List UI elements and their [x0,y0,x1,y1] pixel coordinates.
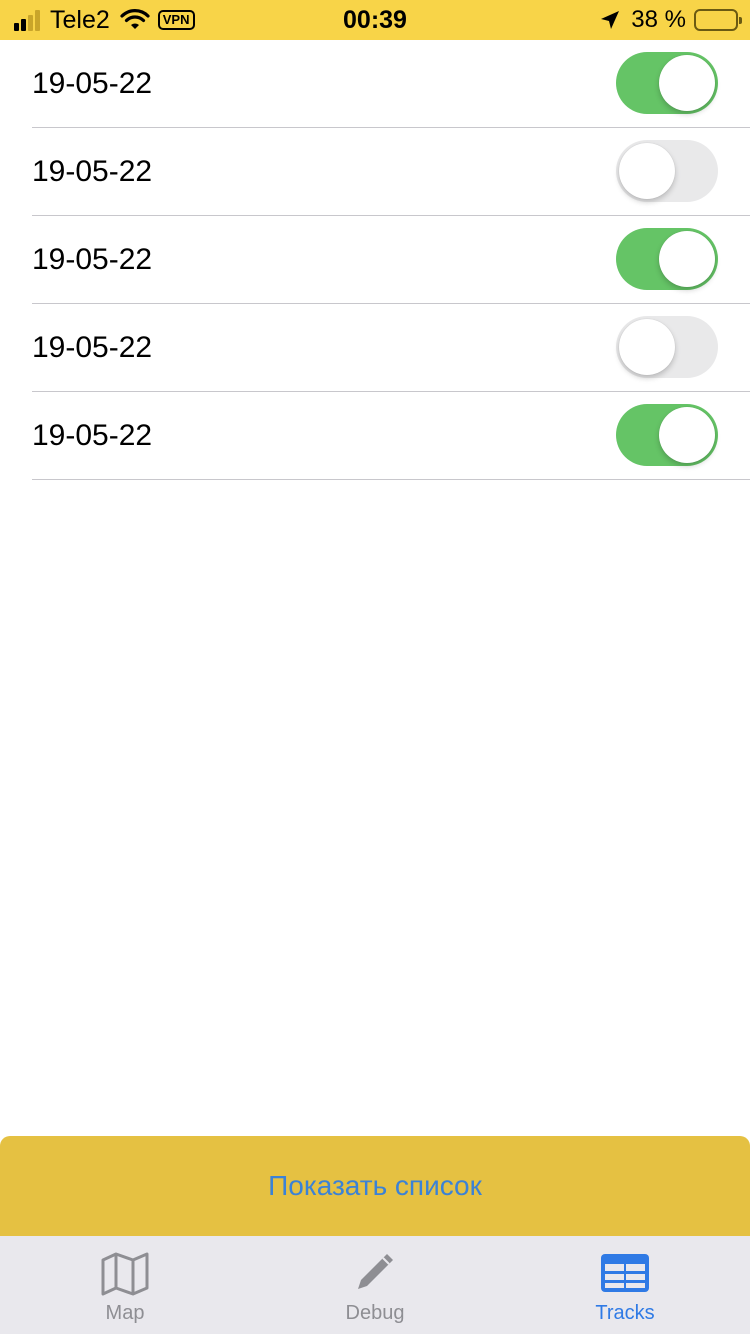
carrier-name: Tele2 [50,5,110,34]
status-bar: Tele2 VPN 00:39 38 % [0,0,750,40]
tab-debug-label: Debug [345,1302,405,1324]
track-list: 19-05-22 19-05-22 19-05-22 19-05-22 19-05-22 [0,40,750,480]
screen: Tele2 VPN 00:39 38 % 19-05-22 19-05-22 19-… [0,0,750,1334]
track-date-label: 19-05-22 [32,155,153,188]
track-date-label: 19-05-22 [32,243,153,276]
tab-tracks-label: Tracks [595,1302,655,1324]
track-date-label: 19-05-22 [32,331,153,364]
track-date-label: 19-05-22 [32,67,153,100]
location-arrow-icon [601,11,620,29]
toggle-knob [619,319,675,375]
table-icon [601,1254,649,1292]
tab-map-label: Map [105,1302,145,1324]
track-date-label: 19-05-22 [32,419,153,452]
battery-tip [739,17,742,24]
track-visibility-toggle[interactable] [616,52,718,114]
toggle-knob [619,143,675,199]
battery-fill [698,13,712,27]
battery-percent: 38 % [631,6,686,33]
track-row[interactable]: 19-05-22 [32,40,750,128]
track-row[interactable]: 19-05-22 [32,128,750,216]
battery-icon [694,9,742,31]
wifi-icon [120,9,150,29]
track-visibility-toggle[interactable] [616,404,718,466]
toggle-knob [659,55,715,111]
track-visibility-toggle[interactable] [616,228,718,290]
map-icon [101,1252,149,1296]
pencil-icon [358,1254,393,1289]
tab-debug[interactable]: Debug [250,1236,500,1334]
status-bar-left: Tele2 VPN [14,0,195,40]
tab-tracks[interactable]: Tracks [500,1236,750,1334]
track-row[interactable]: 19-05-22 [32,392,750,480]
track-row[interactable]: 19-05-22 [32,216,750,304]
track-visibility-toggle[interactable] [616,140,718,202]
tab-map[interactable]: Map [0,1236,250,1334]
vpn-badge: VPN [157,10,195,30]
tab-bar: Map Debug Tracks [0,1236,750,1334]
show-list-button[interactable]: Показать список [0,1136,750,1236]
track-row[interactable]: 19-05-22 [32,304,750,392]
track-visibility-toggle[interactable] [616,316,718,378]
toggle-knob [659,231,715,287]
status-bar-right: 38 % [599,0,742,40]
toggle-knob [659,407,715,463]
cellular-signal-icon [14,9,42,31]
